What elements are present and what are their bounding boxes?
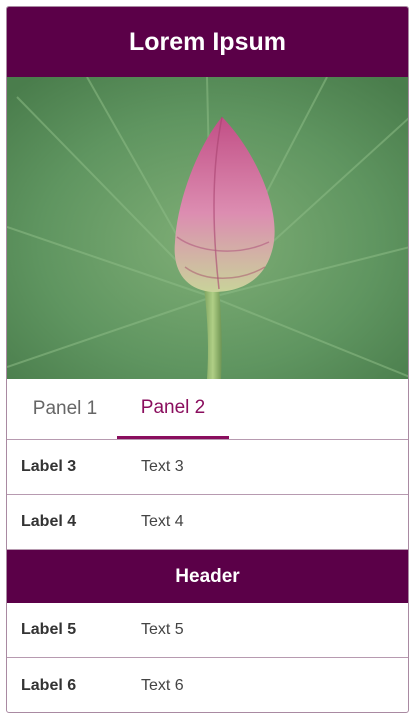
row-value: Text 6 [141,676,184,694]
tab-bar: Panel 1 Panel 2 [7,379,408,440]
card: Lorem Ipsum Panel 1 Panel 2 Label 3 Text… [6,6,409,713]
row-value: Text 5 [141,621,184,638]
row-label: Label 3 [21,458,77,475]
list-item: Label 6 Text 6 [7,658,408,712]
lotus-bud-image [7,77,408,379]
tab-panel-1[interactable]: Panel 1 [13,379,117,439]
row-value: Text 3 [141,458,184,475]
section-header: Header [7,550,408,603]
row-label: Label 4 [21,513,77,530]
tab-panel-2[interactable]: Panel 2 [117,379,229,439]
list-item: Label 5 Text 5 [7,603,408,658]
list-item: Label 3 Text 3 [7,440,408,495]
list-item: Label 4 Text 4 [7,495,408,550]
card-title: Lorem Ipsum [7,7,408,77]
row-label: Label 6 [21,676,77,694]
row-value: Text 4 [141,513,184,530]
row-label: Label 5 [21,621,77,638]
